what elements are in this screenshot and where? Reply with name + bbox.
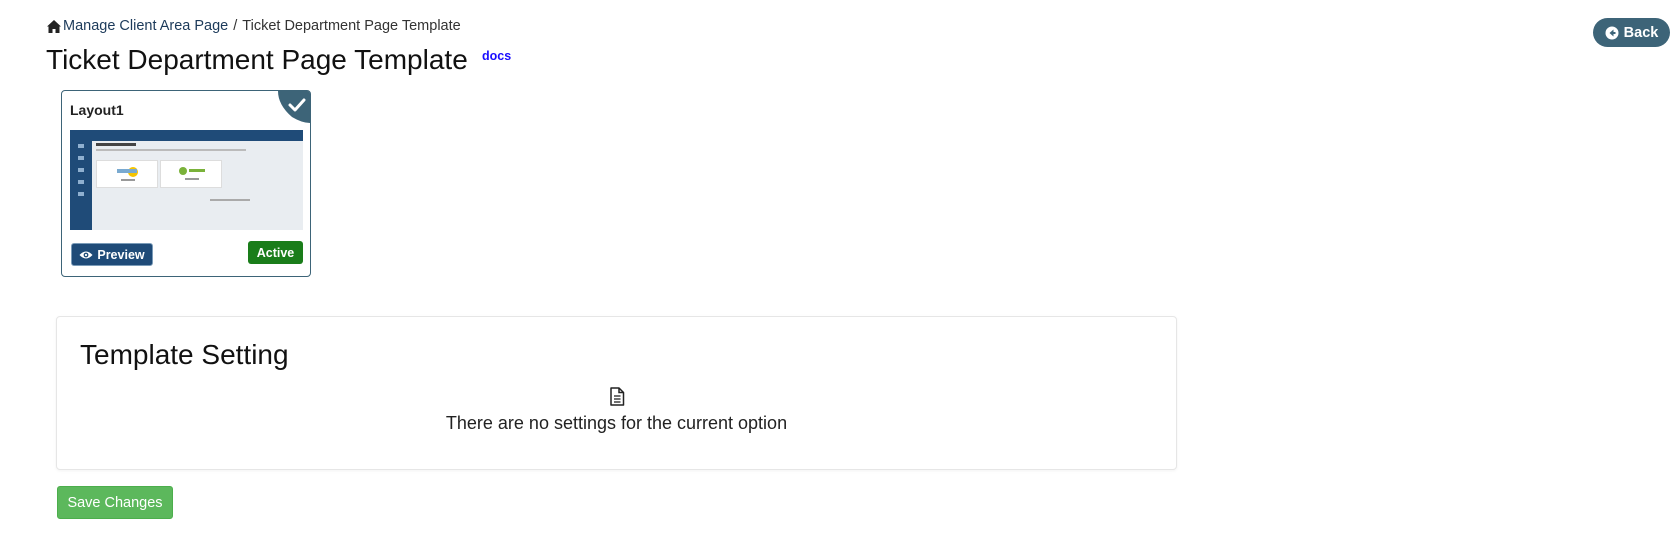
selected-check-icon	[278, 91, 310, 123]
thumbnail-subtext	[96, 149, 246, 151]
preview-button[interactable]: Preview	[71, 243, 153, 266]
breadcrumb-link-manage-client-area[interactable]: Manage Client Area Page	[63, 18, 228, 34]
layout-thumbnail	[70, 130, 303, 230]
empty-settings-message: There are no settings for the current op…	[445, 413, 788, 433]
thumbnail-nav-item	[78, 168, 84, 172]
thumbnail-nav-item	[78, 180, 84, 184]
breadcrumb: Manage Client Area Page / Ticket Departm…	[46, 18, 461, 34]
thumbnail-logo-icon	[179, 167, 205, 180]
layout-card[interactable]: Layout1 Preview Active	[61, 90, 311, 277]
home-icon[interactable]	[46, 19, 62, 34]
thumbnail-nav-item	[78, 156, 84, 160]
back-button-label: Back	[1623, 24, 1659, 41]
thumbnail-topbar	[92, 130, 303, 141]
eye-icon	[79, 251, 93, 258]
save-changes-button[interactable]: Save Changes	[57, 486, 173, 519]
file-text-icon	[610, 387, 625, 406]
docs-link[interactable]: docs	[482, 49, 511, 63]
page-title: Ticket Department Page Template	[46, 44, 468, 75]
thumbnail-department-box	[96, 160, 158, 188]
arrow-circle-left-icon	[1605, 26, 1619, 39]
thumbnail-logo-icon	[117, 167, 138, 181]
thumbnail-department-box	[160, 160, 222, 188]
thumbnail-heading	[96, 143, 136, 146]
thumbnail-nav-item	[78, 144, 84, 148]
thumbnail-nav-item	[78, 192, 84, 196]
back-button[interactable]: Back	[1593, 18, 1670, 47]
active-badge: Active	[248, 241, 303, 264]
thumbnail-footer	[210, 199, 250, 201]
template-setting-panel: Template Setting There are no settings f…	[56, 316, 1177, 470]
layout-card-title: Layout1	[70, 102, 124, 118]
breadcrumb-current: Ticket Department Page Template	[242, 18, 461, 34]
breadcrumb-separator: /	[233, 18, 238, 34]
preview-button-label: Preview	[97, 247, 145, 262]
template-setting-title: Template Setting	[80, 339, 289, 370]
